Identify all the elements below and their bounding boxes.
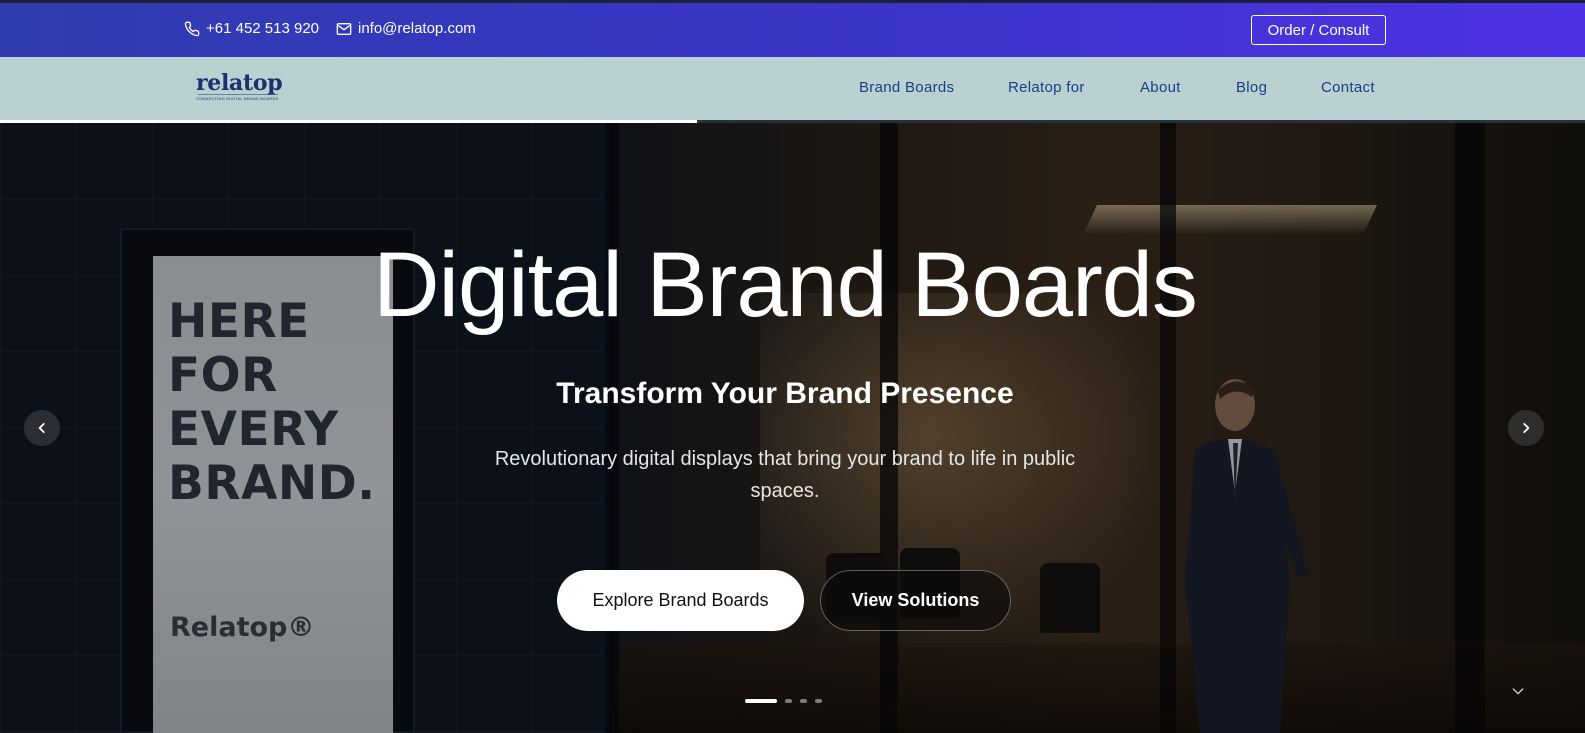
nav-item-contact[interactable]: Contact — [1321, 79, 1375, 96]
slider-next-button[interactable] — [1508, 410, 1544, 446]
hero-subtitle: Transform Your Brand Presence — [556, 377, 1014, 410]
slider-dot-1[interactable] — [745, 699, 777, 703]
logo-underline — [198, 94, 278, 95]
hero-description: Revolutionary digital displays that brin… — [494, 448, 1076, 502]
nav-item-about[interactable]: About — [1140, 79, 1181, 96]
nav-item-brand-boards[interactable]: Brand Boards — [859, 79, 954, 96]
logo-tagline: CONNECTING DIGITAL BRAND BOARDS — [196, 96, 279, 101]
phone-number[interactable]: +61 452 513 920 — [206, 20, 319, 37]
slider-dot-3[interactable] — [800, 699, 807, 703]
view-solutions-button[interactable]: View Solutions — [820, 570, 1011, 631]
main-navbar: relatop CONNECTING DIGITAL BRAND BOARDS … — [0, 57, 1585, 120]
chevron-right-icon — [1523, 423, 1530, 433]
slider-dot-4[interactable] — [815, 699, 822, 703]
slider-dot-2[interactable] — [785, 699, 792, 703]
logo-wordmark: relatop — [196, 70, 283, 96]
nav-item-relatop-for[interactable]: Relatop for — [1008, 79, 1085, 96]
hero-dark-overlay — [0, 123, 1585, 733]
order-consult-button[interactable]: Order / Consult — [1251, 15, 1386, 45]
slider-prev-button[interactable] — [24, 410, 60, 446]
phone-icon — [184, 21, 200, 36]
explore-brand-boards-button[interactable]: Explore Brand Boards — [557, 570, 804, 631]
phone-contact[interactable]: +61 452 513 920 — [184, 20, 319, 37]
hero-slider: HERE FOR EVERY BRAND. Relatop® Digital B… — [0, 123, 1585, 733]
hero-title: Digital Brand Boards — [373, 234, 1198, 336]
slider-pagination — [745, 699, 822, 703]
chevron-down-icon[interactable] — [1510, 683, 1526, 699]
email-address[interactable]: info@relatop.com — [358, 20, 476, 37]
chevron-left-icon — [38, 423, 45, 433]
top-contact-bar: +61 452 513 920 info@relatop.com Order /… — [0, 0, 1585, 57]
nav-item-blog[interactable]: Blog — [1236, 79, 1267, 96]
mail-icon — [336, 22, 352, 35]
relatop-logo[interactable]: relatop CONNECTING DIGITAL BRAND BOARDS — [196, 71, 286, 105]
email-contact[interactable]: info@relatop.com — [336, 20, 476, 37]
